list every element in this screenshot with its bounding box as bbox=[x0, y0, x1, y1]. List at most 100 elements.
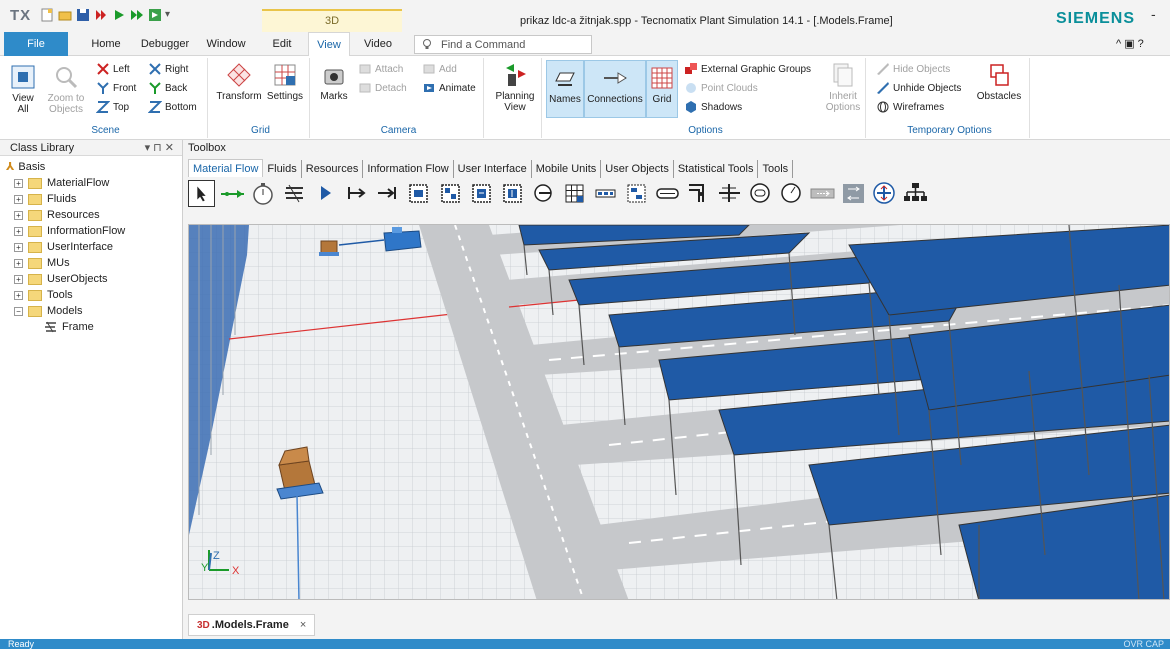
grid-settings-button[interactable]: Settings bbox=[264, 62, 306, 102]
camera-attach-button[interactable]: Attach bbox=[358, 62, 403, 78]
turnplate-icon[interactable] bbox=[747, 180, 774, 207]
sorter-icon[interactable] bbox=[623, 180, 650, 207]
toolbox-tab-user-interface[interactable]: User Interface bbox=[454, 160, 532, 178]
tree-item-models[interactable]: − Models bbox=[14, 303, 82, 319]
wireframes-button[interactable]: Wireframes bbox=[876, 100, 944, 116]
external-graphic-groups-button[interactable]: External Graphic Groups bbox=[684, 62, 811, 78]
tab-file[interactable]: File bbox=[4, 32, 68, 56]
frame-icon[interactable] bbox=[281, 180, 308, 207]
zoom-to-objects-button[interactable]: Zoom to Objects bbox=[44, 64, 88, 115]
toolbox-tab-mobile-units[interactable]: Mobile Units bbox=[532, 160, 602, 178]
step-icon[interactable] bbox=[148, 8, 162, 22]
tab-window[interactable]: Window bbox=[200, 32, 252, 56]
angular-converter-icon[interactable] bbox=[685, 180, 712, 207]
camera-add-button[interactable]: Add bbox=[422, 62, 457, 78]
tab-video[interactable]: Video bbox=[356, 32, 400, 56]
expand-icon[interactable]: + bbox=[14, 226, 23, 236]
toolbox-tab-statistical-tools[interactable]: Statistical Tools bbox=[674, 160, 759, 178]
tree-item-tools[interactable]: + Tools bbox=[14, 287, 73, 303]
toolbox-tab-resources[interactable]: Resources bbox=[302, 160, 364, 178]
toolbox-tab-user-objects[interactable]: User Objects bbox=[601, 160, 674, 178]
network-icon[interactable] bbox=[902, 180, 929, 207]
tree-item-frame[interactable]: Frame bbox=[44, 319, 94, 335]
toolbox-tab-material-flow[interactable]: Material Flow bbox=[188, 159, 264, 177]
expand-icon[interactable]: + bbox=[14, 178, 23, 188]
unhide-objects-button[interactable]: Unhide Objects bbox=[876, 81, 961, 97]
obstacles-button[interactable]: Obstacles bbox=[974, 62, 1024, 102]
tab-edit[interactable]: Edit bbox=[262, 32, 302, 56]
expand-icon[interactable]: + bbox=[14, 258, 23, 268]
connector-icon[interactable] bbox=[219, 180, 246, 207]
names-toggle[interactable]: Names bbox=[546, 60, 584, 118]
interface-icon[interactable] bbox=[312, 180, 339, 207]
view-right-button[interactable]: Right bbox=[148, 62, 188, 78]
connections-toggle[interactable]: Connections bbox=[584, 60, 646, 118]
new-file-icon[interactable] bbox=[40, 8, 54, 22]
tree-item-fluids[interactable]: + Fluids bbox=[14, 191, 76, 207]
view-back-button[interactable]: Back bbox=[148, 81, 187, 97]
document-tab-close-button[interactable]: × bbox=[300, 619, 306, 631]
camera-detach-button[interactable]: Detach bbox=[358, 81, 407, 97]
expand-icon[interactable]: + bbox=[14, 210, 23, 220]
tree-item-informationflow[interactable]: + InformationFlow bbox=[14, 223, 125, 239]
tree-item-mus[interactable]: + MUs bbox=[14, 255, 70, 271]
document-tab-models-frame[interactable]: 3D .Models.Frame × bbox=[188, 614, 316, 636]
fast-forward-icon[interactable] bbox=[130, 8, 144, 22]
dismantle-station-icon[interactable] bbox=[499, 180, 526, 207]
toolbox-tab-tools[interactable]: Tools bbox=[758, 160, 794, 178]
reset-icon[interactable] bbox=[94, 8, 108, 22]
toolbox-tab-information-flow[interactable]: Information Flow bbox=[363, 160, 454, 178]
tab-home[interactable]: Home bbox=[80, 32, 132, 56]
point-clouds-button[interactable]: Point Clouds bbox=[684, 81, 758, 97]
view-bottom-button[interactable]: Bottom bbox=[148, 100, 197, 116]
transform-button[interactable]: Transform bbox=[216, 62, 262, 102]
collapse-icon[interactable]: − bbox=[14, 306, 23, 316]
minimize-button[interactable]: - bbox=[1151, 6, 1156, 22]
tab-debugger[interactable]: Debugger bbox=[134, 32, 196, 56]
class-library-controls[interactable]: ▾ ⊓ ✕ bbox=[145, 140, 174, 156]
start-icon[interactable] bbox=[112, 8, 126, 22]
tree-item-basis[interactable]: ⅄ Basis bbox=[6, 159, 45, 175]
view-front-button[interactable]: Front bbox=[96, 81, 136, 97]
turntable-icon[interactable] bbox=[716, 180, 743, 207]
quick-access-dropdown[interactable]: ▾ bbox=[165, 9, 170, 20]
tab-view[interactable]: View bbox=[308, 32, 350, 56]
single-proc-icon[interactable] bbox=[405, 180, 432, 207]
transfer-station-icon[interactable] bbox=[778, 180, 805, 207]
shop-icon[interactable] bbox=[530, 180, 557, 207]
pointer-icon[interactable] bbox=[188, 180, 215, 207]
view-left-button[interactable]: Left bbox=[96, 62, 130, 78]
context-tab-3d[interactable]: 3D bbox=[262, 9, 402, 32]
tree-item-userinterface[interactable]: + UserInterface bbox=[14, 239, 113, 255]
event-controller-icon[interactable] bbox=[250, 180, 277, 207]
tree-item-resources[interactable]: + Resources bbox=[14, 207, 100, 223]
toolbox-tab-fluids[interactable]: Fluids bbox=[263, 160, 302, 178]
expand-icon[interactable]: + bbox=[14, 242, 23, 252]
3d-viewport[interactable]: Z Y X bbox=[188, 224, 1170, 600]
hide-objects-button[interactable]: Hide Objects bbox=[876, 62, 950, 78]
buffer-icon[interactable] bbox=[592, 180, 619, 207]
camera-animate-button[interactable]: Animate bbox=[422, 81, 476, 97]
store-icon[interactable] bbox=[561, 180, 588, 207]
drain-icon[interactable] bbox=[374, 180, 401, 207]
view-all-button[interactable]: View All bbox=[8, 64, 38, 115]
expand-icon[interactable]: + bbox=[14, 274, 23, 284]
mover-icon[interactable] bbox=[871, 180, 898, 207]
source-object[interactable] bbox=[319, 240, 339, 256]
shadows-button[interactable]: Shadows bbox=[684, 100, 742, 116]
view-top-button[interactable]: Top bbox=[96, 100, 129, 116]
two-lane-track-icon[interactable] bbox=[840, 180, 867, 207]
tree-item-materialflow[interactable]: + MaterialFlow bbox=[14, 175, 109, 191]
tree-item-userobjects[interactable]: + UserObjects bbox=[14, 271, 108, 287]
track-icon[interactable] bbox=[809, 180, 836, 207]
ribbon-controls[interactable]: ^ ▣ ? bbox=[1116, 37, 1144, 50]
source-icon[interactable] bbox=[343, 180, 370, 207]
inherit-options-button[interactable]: Inherit Options bbox=[822, 62, 864, 113]
expand-icon[interactable]: + bbox=[14, 194, 23, 204]
find-command-input[interactable]: Find a Command bbox=[414, 35, 592, 54]
parallel-proc-icon[interactable] bbox=[437, 180, 464, 207]
marks-button[interactable]: Marks bbox=[318, 62, 350, 102]
planning-view-button[interactable]: Planning View bbox=[492, 62, 538, 113]
line-icon[interactable] bbox=[654, 180, 681, 207]
assembly-icon[interactable] bbox=[468, 180, 495, 207]
